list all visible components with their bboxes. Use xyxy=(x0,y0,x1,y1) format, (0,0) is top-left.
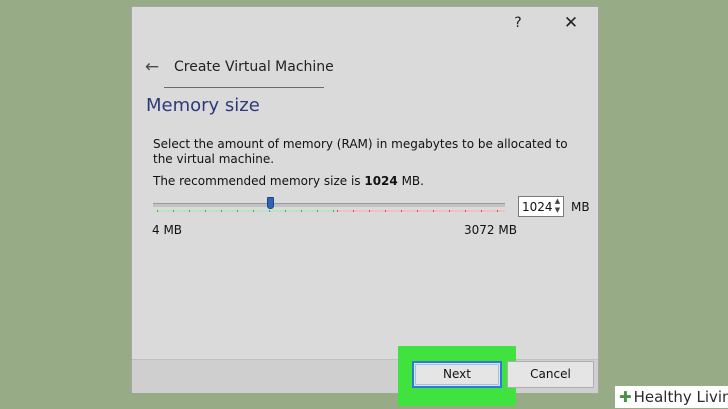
memory-spinbox[interactable]: 1024 ▲ ▼ xyxy=(518,196,564,217)
recommended-prefix: The recommended memory size is xyxy=(153,174,365,188)
next-button-label: Next xyxy=(443,367,471,381)
slider-ticks xyxy=(157,210,505,214)
close-button[interactable]: ✕ xyxy=(560,12,582,34)
memory-slider[interactable] xyxy=(151,195,509,219)
recommended-value: 1024 xyxy=(364,174,398,188)
create-vm-dialog: ? ✕ ← Create Virtual Machine Memory size… xyxy=(131,6,599,393)
recommended-suffix: MB. xyxy=(397,174,424,188)
slider-min-label: 4 MB xyxy=(152,223,183,237)
plus-icon: ✚ xyxy=(619,388,632,406)
spin-down-icon[interactable]: ▼ xyxy=(553,206,562,215)
spin-up-icon[interactable]: ▲ xyxy=(553,197,562,206)
watermark-text: Healthy Living xyxy=(633,388,728,406)
memory-unit-label: MB xyxy=(571,200,590,214)
danger-range-ticks xyxy=(337,210,505,212)
slider-track xyxy=(153,203,505,207)
memory-description: Select the amount of memory (RAM) in meg… xyxy=(153,137,568,166)
page-title: Memory size xyxy=(146,95,260,116)
back-arrow-icon[interactable]: ← xyxy=(141,56,163,78)
header-divider xyxy=(164,87,324,88)
wizard-title: Create Virtual Machine xyxy=(174,59,334,75)
cancel-button[interactable]: Cancel xyxy=(507,361,594,388)
slider-max-label: 3072 MB xyxy=(464,223,517,237)
next-button[interactable]: Next xyxy=(412,361,502,388)
safe-range-ticks xyxy=(157,210,337,212)
title-bar: ? ✕ xyxy=(132,7,598,37)
recommended-memory-text: The recommended memory size is 1024 MB. xyxy=(153,174,424,188)
memory-value[interactable]: 1024 xyxy=(522,200,553,214)
help-button[interactable]: ? xyxy=(508,13,528,33)
watermark: ✚Healthy Living xyxy=(615,386,728,408)
slider-handle[interactable] xyxy=(267,197,275,209)
